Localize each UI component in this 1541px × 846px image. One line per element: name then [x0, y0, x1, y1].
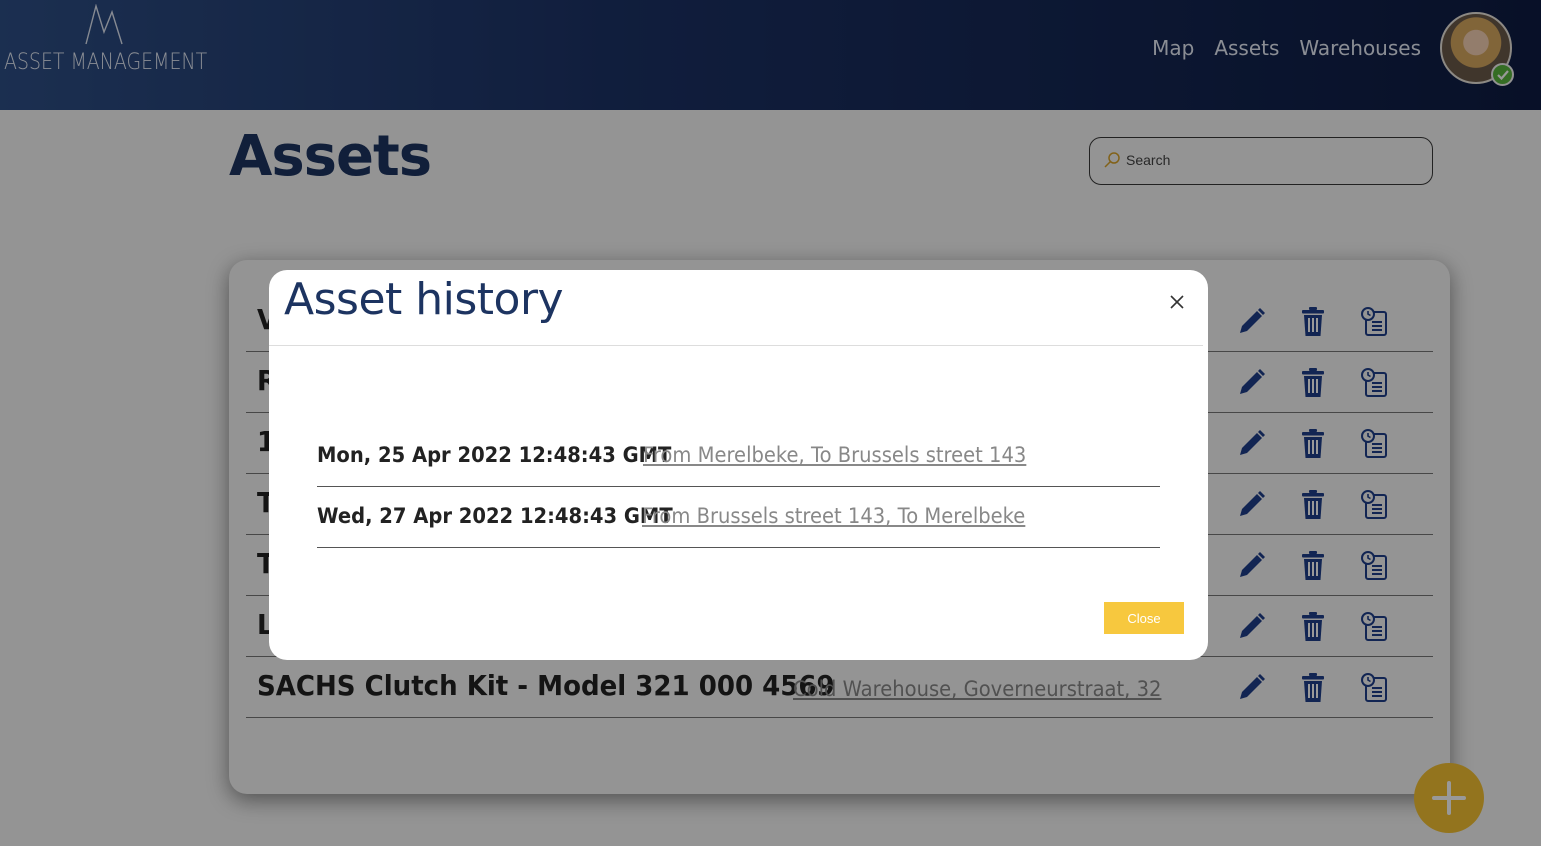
modal-title: Asset history — [284, 274, 564, 325]
history-entry: Wed, 27 Apr 2022 12:48:43 GMT From Bruss… — [317, 488, 1160, 548]
close-icon[interactable] — [1166, 291, 1188, 313]
history-date: Wed, 27 Apr 2022 12:48:43 GMT — [317, 504, 673, 528]
asset-history-modal: Asset history Mon, 25 Apr 2022 12:48:43 … — [269, 270, 1208, 660]
modal-divider — [269, 345, 1203, 346]
close-button[interactable]: Close — [1104, 602, 1184, 634]
history-link[interactable]: From Brussels street 143, To Merelbeke — [642, 504, 1025, 528]
history-entry: Mon, 25 Apr 2022 12:48:43 GMT From Merel… — [317, 427, 1160, 487]
history-link[interactable]: From Merelbeke, To Brussels street 143 — [643, 443, 1026, 467]
history-date: Mon, 25 Apr 2022 12:48:43 GMT — [317, 443, 672, 467]
